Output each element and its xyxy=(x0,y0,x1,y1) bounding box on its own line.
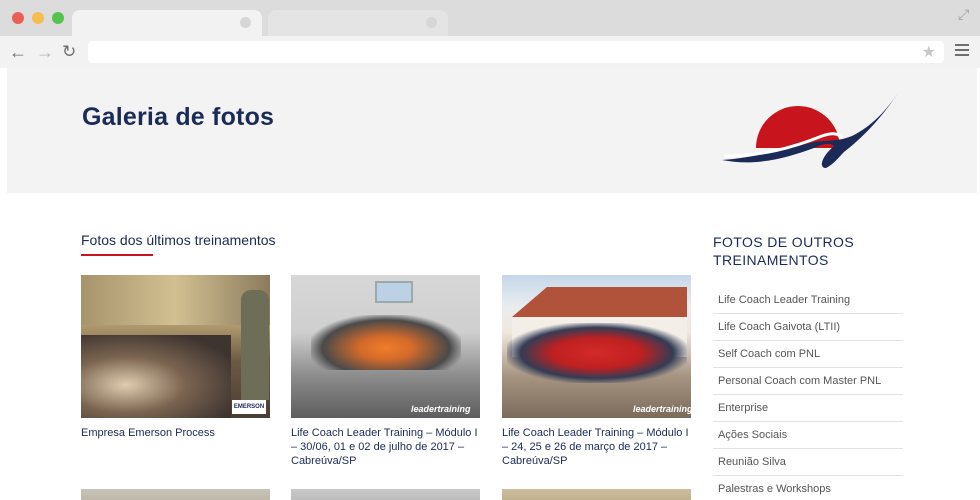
sidebar: FOTOS DE OUTROS TREINAMENTOS Life Coach … xyxy=(713,233,903,500)
sidebar-item-life-coach-gaivota[interactable]: Life Coach Gaivota (LTII) xyxy=(713,314,903,341)
gallery-photo[interactable] xyxy=(81,489,270,500)
sidebar-item-life-coach-leader-training[interactable]: Life Coach Leader Training xyxy=(713,287,903,314)
browser-tab[interactable] xyxy=(268,10,448,36)
fullscreen-icon[interactable]: ⤢ xyxy=(958,6,969,23)
gallery-caption[interactable]: Life Coach Leader Training – Módulo I – … xyxy=(291,426,480,468)
back-icon[interactable]: ← xyxy=(9,42,27,62)
section-underline xyxy=(81,254,153,256)
gallery-card[interactable]: EMERSON Empresa Emerson Process xyxy=(81,275,270,440)
minimize-window-button[interactable] xyxy=(32,12,44,24)
sidebar-item-enterprise[interactable]: Enterprise xyxy=(713,395,903,422)
sidebar-item-self-coach-pnl[interactable]: Self Coach com PNL xyxy=(713,341,903,368)
sidebar-item-reuniao-silva[interactable]: Reunião Silva xyxy=(713,449,903,476)
browser-menu-icon[interactable] xyxy=(955,44,969,59)
seagull-logo[interactable] xyxy=(722,78,912,170)
gallery-photo[interactable]: leadertraining xyxy=(502,275,691,418)
close-window-button[interactable] xyxy=(12,12,24,24)
gallery-card[interactable]: leadertraining Life Coach Leader Trainin… xyxy=(502,275,691,468)
gallery-caption[interactable]: Life Coach Leader Training – Módulo I – … xyxy=(502,426,691,468)
photo-watermark: leadertraining xyxy=(633,404,691,414)
browser-chrome: ⤢ ← → ↻ ★ xyxy=(0,0,980,68)
tab-close-icon[interactable] xyxy=(240,17,251,28)
page-header: Galeria de fotos xyxy=(7,68,977,193)
bookmark-star-icon[interactable]: ★ xyxy=(922,42,936,62)
page-title: Galeria de fotos xyxy=(82,103,275,131)
sponsor-badge: EMERSON xyxy=(232,400,266,414)
browser-toolbar: ← → ↻ ★ xyxy=(0,36,980,68)
sidebar-item-acoes-sociais[interactable]: Ações Sociais xyxy=(713,422,903,449)
tab-close-icon[interactable] xyxy=(426,17,437,28)
reload-icon[interactable]: ↻ xyxy=(62,42,76,62)
gallery-photo[interactable] xyxy=(502,489,691,500)
browser-tab-active[interactable] xyxy=(72,10,262,36)
address-bar[interactable]: ★ xyxy=(88,41,944,63)
section-title: Fotos dos últimos treinamentos xyxy=(81,232,276,248)
gallery-card[interactable]: leadertraining Life Coach Leader Trainin… xyxy=(291,275,480,468)
gallery-photo[interactable] xyxy=(291,489,480,500)
maximize-window-button[interactable] xyxy=(52,12,64,24)
sidebar-list: Life Coach Leader Training Life Coach Ga… xyxy=(713,287,903,500)
forward-icon[interactable]: → xyxy=(36,42,54,62)
gallery-photo[interactable]: EMERSON xyxy=(81,275,270,418)
gallery-photo[interactable]: leadertraining xyxy=(291,275,480,418)
sidebar-title: FOTOS DE OUTROS TREINAMENTOS xyxy=(713,234,855,268)
sidebar-item-personal-coach-master-pnl[interactable]: Personal Coach com Master PNL xyxy=(713,368,903,395)
web-page: Galeria de fotos Fotos dos últimos trein… xyxy=(0,68,980,500)
gallery-caption[interactable]: Empresa Emerson Process xyxy=(81,426,270,440)
photo-watermark: leadertraining xyxy=(411,404,471,414)
sidebar-item-palestras-workshops[interactable]: Palestras e Workshops xyxy=(713,476,903,500)
